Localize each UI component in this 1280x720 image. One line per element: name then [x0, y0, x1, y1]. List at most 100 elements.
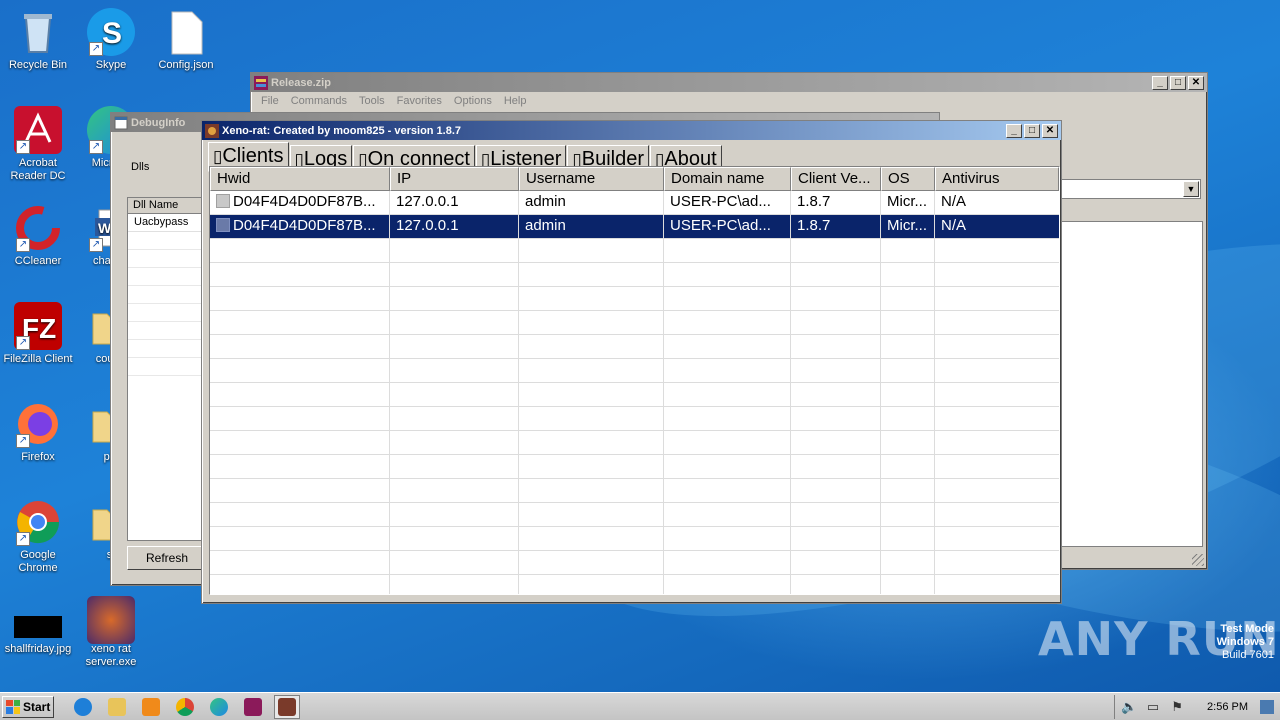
resize-grip-icon[interactable] [1192, 554, 1204, 566]
desktop-icon-ccleaner[interactable]: ↗ CCleaner [0, 204, 76, 268]
desktop-icon-filezilla[interactable]: FZ ↗ FileZilla Client [0, 302, 76, 366]
close-button[interactable]: ✕ [1042, 123, 1058, 138]
empty-cell [390, 479, 519, 502]
column-header-domain[interactable]: Domain name [664, 167, 791, 191]
empty-grid-row [210, 383, 1059, 407]
taskbar-app-media-player[interactable] [138, 695, 164, 719]
client-icon [216, 218, 230, 232]
column-header-antivirus[interactable]: Antivirus [935, 167, 1059, 191]
taskbar-app-winrar[interactable] [240, 695, 266, 719]
dll-row-empty [128, 304, 206, 322]
start-button[interactable]: Start [2, 695, 54, 718]
start-label: Start [23, 699, 51, 714]
taskbar-app-edge[interactable] [206, 695, 232, 719]
network-icon[interactable]: ▭ [1145, 699, 1161, 715]
empty-cell [390, 335, 519, 358]
desktop-icon-recycle-bin[interactable]: Recycle Bin [0, 8, 76, 72]
cell-hwid: D04F4D4D0DF87B... [210, 215, 390, 238]
show-desktop-icon[interactable] [1260, 700, 1274, 714]
menu-tools[interactable]: Tools [353, 94, 391, 108]
chevron-down-icon[interactable]: ▼ [1183, 181, 1199, 197]
dll-listview[interactable]: Dll Name Uacbypass [127, 197, 207, 541]
menu-options[interactable]: Options [448, 94, 498, 108]
desktop-icon-chrome[interactable]: ↗ Google Chrome [0, 498, 76, 575]
action-center-flag-icon[interactable]: ⚑ [1169, 699, 1185, 715]
firefox-icon: ↗ [14, 400, 62, 448]
desktop-icon-xeno-rat-server[interactable]: xeno rat server.exe [73, 596, 149, 669]
volume-icon[interactable]: 🔈 [1121, 699, 1137, 715]
close-button[interactable]: ✕ [1188, 75, 1204, 90]
cell-hwid-text: D04F4D4D0DF87B... [233, 193, 376, 210]
empty-cell [791, 287, 881, 310]
release-zip-titlebar[interactable]: Release.zip _ □ ✕ [251, 73, 1207, 92]
desktop-icon-acrobat[interactable]: ↗ Acrobat Reader DC [0, 106, 76, 183]
clock[interactable]: 2:56 PM [1207, 701, 1248, 713]
empty-cell [791, 239, 881, 262]
column-header-client-version[interactable]: Client Ve... [791, 167, 881, 191]
path-combobox[interactable]: ▼ [1061, 179, 1201, 199]
cell-username: admin [519, 215, 664, 238]
desktop-icon-config-json[interactable]: Config.json [148, 8, 224, 72]
window-title: Xeno-rat: Created by moom825 - version 1… [222, 124, 462, 137]
minimize-button[interactable]: _ [1006, 123, 1022, 138]
minimize-button[interactable]: _ [1152, 75, 1168, 90]
file-icon [162, 8, 210, 56]
empty-cell [935, 431, 1059, 454]
empty-cell [390, 287, 519, 310]
file-list-pane[interactable] [1061, 221, 1203, 547]
xeno-rat-titlebar[interactable]: Xeno-rat: Created by moom825 - version 1… [202, 121, 1061, 140]
empty-grid-row [210, 311, 1059, 335]
taskbar-app-explorer[interactable] [104, 695, 130, 719]
menu-commands[interactable]: Commands [285, 94, 353, 108]
dll-name-column-header[interactable]: Dll Name [128, 198, 206, 214]
empty-cell [664, 335, 791, 358]
desktop-icon-shallfriday[interactable]: shallfriday.jpg [0, 600, 76, 656]
empty-cell [935, 239, 1059, 262]
xeno-rat-window[interactable]: Xeno-rat: Created by moom825 - version 1… [201, 120, 1062, 604]
empty-cell [210, 527, 390, 550]
desktop-icon-label: xeno rat server.exe [85, 643, 137, 668]
menu-favorites[interactable]: Favorites [391, 94, 448, 108]
menu-help[interactable]: Help [498, 94, 533, 108]
empty-cell [210, 575, 390, 594]
column-header-username[interactable]: Username [519, 167, 664, 191]
maximize-button[interactable]: □ [1024, 123, 1040, 138]
empty-cell [935, 359, 1059, 382]
empty-cell [881, 455, 935, 478]
client-row-selected[interactable]: D04F4D4D0DF87B... 127.0.0.1 admin USER-P… [210, 215, 1059, 239]
empty-cell [664, 407, 791, 430]
refresh-button[interactable]: Refresh [127, 546, 207, 570]
column-header-hwid[interactable]: Hwid [210, 167, 390, 191]
dll-row[interactable]: Uacbypass [128, 214, 206, 232]
empty-cell [935, 383, 1059, 406]
taskbar-app-ie[interactable] [70, 695, 96, 719]
client-row[interactable]: D04F4D4D0DF87B... 127.0.0.1 admin USER-P… [210, 191, 1059, 215]
empty-cell [791, 431, 881, 454]
taskbar-app-xeno-rat[interactable] [274, 694, 300, 719]
empty-cell [935, 311, 1059, 334]
clients-listview[interactable]: Hwid IP Username Domain name Client Ve..… [209, 166, 1060, 595]
windows-logo-icon [6, 699, 20, 714]
empty-cell [881, 407, 935, 430]
empty-cell [881, 311, 935, 334]
explorer-icon [108, 697, 126, 716]
empty-cell [664, 359, 791, 382]
empty-cell [935, 575, 1059, 594]
empty-cell [664, 527, 791, 550]
column-header-os[interactable]: OS [881, 167, 935, 191]
desktop-icon-skype[interactable]: S ↗ Skype [73, 8, 149, 72]
empty-cell [390, 455, 519, 478]
dlls-label: Dlls [131, 161, 150, 173]
maximize-button[interactable]: □ [1170, 75, 1186, 90]
shortcut-arrow-icon: ↗ [16, 434, 30, 448]
desktop-icon-firefox[interactable]: ↗ Firefox [0, 400, 76, 464]
empty-cell [390, 383, 519, 406]
menu-file[interactable]: File [255, 94, 285, 108]
taskbar-app-chrome[interactable] [172, 695, 198, 719]
empty-cell [935, 287, 1059, 310]
empty-cell [935, 503, 1059, 526]
column-header-ip[interactable]: IP [390, 167, 519, 191]
system-tray: 🔈 ▭ ⚑ 2:56 PM [1114, 695, 1280, 719]
cell-domain: USER-PC\ad... [664, 191, 791, 214]
empty-cell [210, 239, 390, 262]
